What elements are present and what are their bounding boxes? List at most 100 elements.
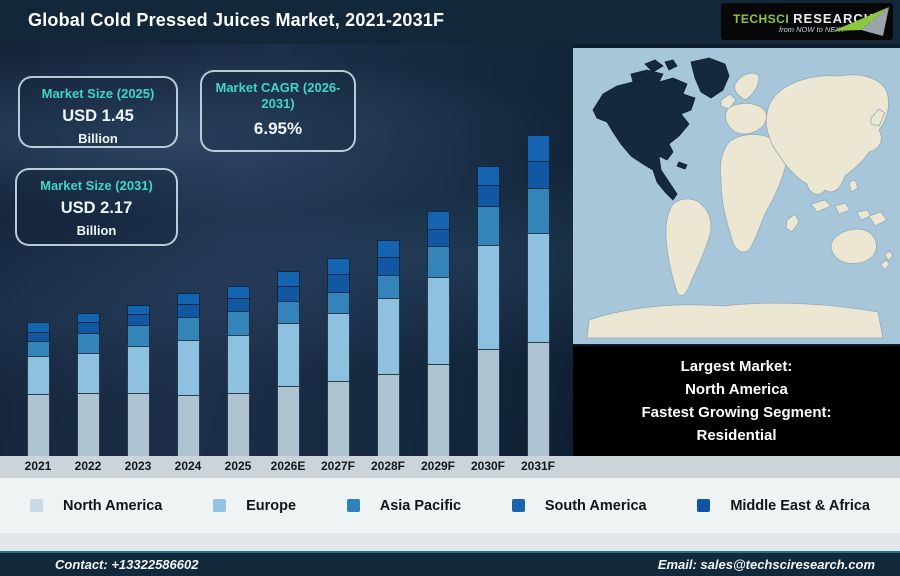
caption-line: North America bbox=[685, 381, 788, 398]
bar-segment-europe bbox=[326, 313, 350, 381]
bar-segment-asia-pacific bbox=[376, 275, 400, 298]
bar-segment-south-america bbox=[226, 298, 250, 311]
legend-item-asia-pacific: Asia Pacific bbox=[346, 497, 462, 514]
techsci-logo: TechSci Research from NOW to NEXT bbox=[721, 3, 893, 40]
legend-item-europe: Europe bbox=[213, 498, 296, 514]
chart-legend: North America Europe Asia Pacific South Ame… bbox=[0, 478, 900, 533]
bar-segment-north-america bbox=[276, 386, 300, 456]
bar-segment-middle-east-africa bbox=[226, 286, 250, 298]
bar-2031F bbox=[526, 135, 550, 456]
footer: Contact: +13322586602 Email: sales@techs… bbox=[0, 553, 900, 576]
bar-segment-south-america bbox=[426, 229, 450, 246]
bar-segment-europe bbox=[26, 356, 50, 394]
bar-segment-middle-east-africa bbox=[476, 166, 500, 185]
legend-item-middle-east-africa: Middle East & Africa bbox=[697, 498, 870, 514]
logo-brand-primary: TechSci bbox=[733, 12, 790, 26]
bar-2024 bbox=[176, 293, 200, 456]
bar-segment-middle-east-africa bbox=[176, 293, 200, 304]
legend-item-south-america: South America bbox=[511, 497, 647, 514]
x-axis-label-2026E: 2026E bbox=[270, 459, 306, 473]
bar-2021 bbox=[26, 322, 50, 456]
bar-segment-asia-pacific bbox=[76, 333, 100, 353]
bar-2025 bbox=[226, 286, 250, 456]
bar-segment-asia-pacific bbox=[426, 246, 450, 277]
bar-segment-asia-pacific bbox=[526, 188, 550, 233]
bar-segment-europe bbox=[76, 353, 100, 393]
bar-segment-north-america bbox=[526, 342, 550, 456]
logo-arrow-icon bbox=[833, 7, 889, 36]
legend-item-north-america: North America bbox=[30, 498, 162, 514]
bar-segment-south-america bbox=[326, 274, 350, 292]
legend-swatch bbox=[213, 499, 227, 512]
footer-email: Email: sales@techsciresearch.com bbox=[657, 557, 875, 572]
bar-segment-middle-east-africa bbox=[526, 135, 550, 161]
footer-contact: Contact: +13322586602 bbox=[55, 557, 199, 572]
x-axis-label-2025: 2025 bbox=[224, 459, 252, 473]
map-column: Largest Market: North America Fastest Gr… bbox=[573, 44, 900, 456]
bar-segment-middle-east-africa bbox=[276, 271, 300, 286]
bar-segment-europe bbox=[476, 245, 500, 349]
bar-segment-south-america bbox=[176, 304, 200, 317]
bar-segment-north-america bbox=[376, 374, 400, 456]
x-axis-label-2027F: 2027F bbox=[320, 459, 356, 473]
page-title: Global Cold Pressed Juices Market, 2021-… bbox=[28, 10, 445, 30]
bar-segment-south-america bbox=[476, 185, 500, 206]
x-axis-label-2029F: 2029F bbox=[420, 459, 456, 473]
bar-segment-europe bbox=[526, 233, 550, 342]
infographic-root: Global Cold Pressed Juices Market, 2021-… bbox=[0, 0, 900, 576]
bar-segment-europe bbox=[126, 346, 150, 393]
x-axis-label-2031F: 2031F bbox=[520, 459, 556, 473]
bar-2023 bbox=[126, 305, 150, 456]
bar-segment-asia-pacific bbox=[226, 311, 250, 335]
legend-label: Asia Pacific bbox=[379, 497, 462, 514]
bar-segment-asia-pacific bbox=[326, 292, 350, 313]
bar-segment-europe bbox=[376, 298, 400, 374]
bar-2027F bbox=[326, 258, 350, 456]
header: Global Cold Pressed Juices Market, 2021-… bbox=[0, 0, 900, 44]
x-axis-label-2022: 2022 bbox=[74, 459, 102, 473]
bar-segment-north-america bbox=[176, 395, 200, 456]
bar-segment-north-america bbox=[126, 393, 150, 456]
bar-segment-europe bbox=[426, 277, 450, 364]
legend-swatch bbox=[697, 499, 711, 512]
chart-panel: Market Size (2025) USD 1.45 Billion Mark… bbox=[0, 44, 573, 456]
legend-swatch bbox=[511, 499, 525, 512]
bar-segment-middle-east-africa bbox=[376, 240, 400, 257]
legend-label: Europe bbox=[246, 497, 297, 514]
legend-swatch bbox=[346, 499, 360, 512]
bar-segment-south-america bbox=[126, 314, 150, 325]
caption-line: Residential bbox=[696, 427, 777, 444]
bar-segment-asia-pacific bbox=[276, 301, 300, 323]
bar-segment-south-america bbox=[76, 322, 100, 333]
bar-segment-asia-pacific bbox=[176, 317, 200, 340]
bar-segment-north-america bbox=[26, 394, 50, 456]
bar-segment-north-america bbox=[476, 349, 500, 456]
bar-segment-north-america bbox=[426, 364, 450, 456]
bar-segment-south-america bbox=[376, 257, 400, 275]
bar-segment-north-america bbox=[226, 393, 250, 456]
world-map bbox=[573, 48, 900, 344]
bar-segment-middle-east-africa bbox=[26, 322, 50, 332]
legend-swatch bbox=[30, 499, 43, 512]
bar-segment-middle-east-africa bbox=[126, 305, 150, 314]
bar-segment-europe bbox=[226, 335, 250, 393]
legend-label: South America bbox=[544, 497, 647, 514]
x-axis-label-2028F: 2028F bbox=[370, 459, 406, 473]
bar-2028F bbox=[376, 240, 400, 456]
bar-segment-south-america bbox=[276, 286, 300, 301]
bottom-spacer-band bbox=[0, 533, 900, 551]
bar-segment-middle-east-africa bbox=[76, 313, 100, 322]
bar-segment-asia-pacific bbox=[126, 325, 150, 346]
bar-2030F bbox=[476, 166, 500, 456]
bar-2029F bbox=[426, 211, 450, 456]
x-axis-label-2024: 2024 bbox=[174, 459, 202, 473]
bar-segment-asia-pacific bbox=[26, 341, 50, 356]
bar-segment-north-america bbox=[76, 393, 100, 456]
bar-segment-middle-east-africa bbox=[426, 211, 450, 229]
caption-line: Largest Market: bbox=[680, 358, 793, 375]
legend-label: Middle East & Africa bbox=[730, 497, 870, 514]
bar-segment-europe bbox=[276, 323, 300, 386]
x-axis-label-2021: 2021 bbox=[24, 459, 52, 473]
bar-2022 bbox=[76, 313, 100, 456]
stacked-bar-chart bbox=[0, 44, 573, 456]
